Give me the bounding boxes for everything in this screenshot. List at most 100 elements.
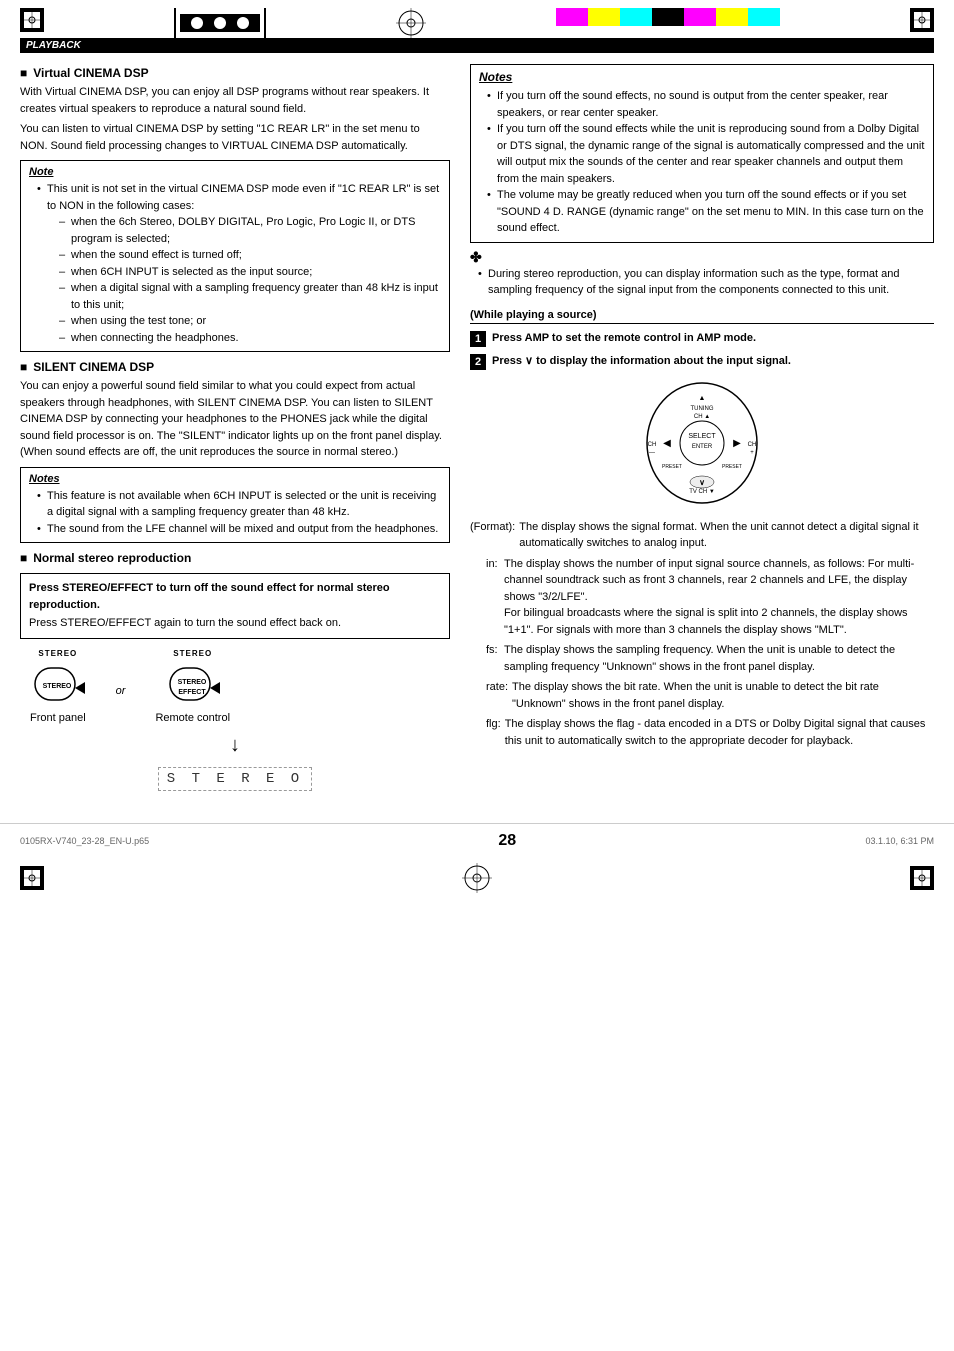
footer-file-right: 03.1.10, 6:31 PM [865,836,934,846]
front-panel-stereo-svg: STEREO [30,660,85,710]
note-item-2: If you turn off the sound effects while … [487,121,925,187]
virtual-cinema-para1: With Virtual CINEMA DSP, you can enjoy a… [20,84,450,117]
in-text: The display shows the number of input si… [504,556,934,639]
svg-text:STEREO: STEREO [43,683,72,690]
note-item-3: The volume may be greatly reduced when y… [487,187,925,237]
rate-text: The display shows the bit rate. When the… [512,679,934,712]
svg-text:TV CH ▼: TV CH ▼ [689,489,715,495]
svg-text:TUNING: TUNING [691,406,714,412]
page: PLAYBACK Virtual CINEMA DSP With Virtual… [0,0,954,1351]
svg-text:▶: ▶ [733,438,741,449]
bottom-reg-right [910,866,934,893]
step-2: 2 Press ∨ to display the information abo… [470,353,934,370]
svg-text:EFFECT: EFFECT [179,689,207,696]
front-panel-label: Front panel [30,712,86,724]
sub-item: when the sound effect is turned off; [59,247,441,264]
section-header: PLAYBACK [20,38,934,53]
arrow-down-icon: ↓ [20,734,450,757]
stereo-label-remote: STEREO [173,649,212,658]
black-block [652,8,684,26]
sub-item: when a digital signal with a sampling fr… [59,280,441,313]
fs-item: fs: The display shows the sampling frequ… [470,642,934,675]
format-label: (Format): [470,519,515,552]
remote-control-label: Remote control [155,712,230,724]
remote-control-icon: STEREO STEREO EFFECT Remote control [155,649,230,724]
while-playing-heading: (While playing a source) [470,309,934,324]
step-2-text: Press ∨ to display the information about… [492,353,791,370]
note-item: The sound from the LFE channel will be m… [37,521,441,538]
tip-item: During stereo reproduction, you can disp… [478,266,934,299]
svg-text:+: + [750,450,754,456]
sub-item: when the 6ch Stereo, DOLBY DIGITAL, Pro … [59,214,441,247]
yellow-block2 [716,8,748,26]
stereo-instruction-box: Press STEREO/EFFECT to turn off the soun… [20,573,450,639]
page-footer: 0105RX-V740_23-28_EN-U.p65 28 03.1.10, 6… [0,823,954,858]
remote-stereo-svg: STEREO EFFECT [165,660,220,710]
rate-label: rate: [470,679,508,712]
main-content: Virtual CINEMA DSP With Virtual CINEMA D… [0,53,954,803]
or-text: or [116,675,126,697]
in-item: in: The display shows the number of inpu… [470,556,934,639]
svg-text:◀: ◀ [663,438,671,449]
flg-text: The display shows the flag - data encode… [505,716,934,749]
right-notes-title: Notes [479,70,925,84]
svg-text:∨: ∨ [699,478,705,487]
virtual-cinema-title: Virtual CINEMA DSP [20,66,450,80]
note-item: This unit is not set in the virtual CINE… [37,181,441,346]
stereo-instruction: Press STEREO/EFFECT to turn off the soun… [29,580,441,613]
notes-title: Notes [29,473,441,485]
svg-text:PRESET: PRESET [662,464,682,470]
svg-text:PRESET: PRESET [722,464,742,470]
notes-list: This feature is not available when 6CH I… [29,488,441,538]
right-notes-box: Notes If you turn off the sound effects,… [470,64,934,243]
svg-text:SELECT: SELECT [688,433,716,440]
note-item: This feature is not available when 6CH I… [37,488,441,521]
sub-list: when the 6ch Stereo, DOLBY DIGITAL, Pro … [47,214,441,346]
step-1-num: 1 [470,331,486,347]
top-registration-bar [174,8,266,38]
sub-item: when connecting the headphones. [59,330,441,347]
bottom-reg-left [20,866,44,893]
crosshair-icon [20,8,44,32]
note-list: This unit is not set in the virtual CINE… [29,181,441,346]
stereo-diagram: STEREO STEREO Front panel or STEREO [20,649,450,724]
left-column: Virtual CINEMA DSP With Virtual CINEMA D… [20,58,450,803]
in-label: in: [470,556,500,639]
page-number: 28 [498,832,516,850]
bottom-center-crosshair [462,863,492,896]
tip-list: During stereo reproduction, you can disp… [470,266,934,299]
center-crosshair [396,8,426,38]
reg-marks-right [910,8,934,35]
right-column: Notes If you turn off the sound effects,… [470,58,934,803]
svg-text:ENTER: ENTER [692,444,713,450]
svg-text:CH ▲: CH ▲ [694,414,710,420]
cyan-block2 [748,8,780,26]
sub-item: when 6CH INPUT is selected as the input … [59,264,441,281]
svg-text:CH: CH [648,442,657,448]
note-title: Note [29,166,441,178]
format-descriptions: (Format): The display shows the signal f… [470,519,934,750]
footer-file-left: 0105RX-V740_23-28_EN-U.p65 [20,836,149,846]
cyan-block [620,8,652,26]
silent-cinema-para1: You can enjoy a powerful sound field sim… [20,378,450,461]
press-chevron-icon: ∨ [525,355,536,367]
display-text: S T E R E O [158,767,312,791]
arrow-display-diagram: ↓ S T E R E O [20,734,450,799]
step-1-text: Press AMP to set the remote control in A… [492,330,756,347]
yellow-block [588,8,620,26]
rate-item: rate: The display shows the bit rate. Wh… [470,679,934,712]
svg-text:—: — [649,450,655,456]
flg-label: flg: [470,716,501,749]
magenta-block [556,8,588,26]
tip-section: ✤ During stereo reproduction, you can di… [470,249,934,299]
virtual-cinema-note: Note This unit is not set in the virtual… [20,160,450,352]
note-item-1: If you turn off the sound effects, no so… [487,88,925,121]
silent-cinema-title: SILENT CINEMA DSP [20,360,450,374]
svg-text:CH: CH [748,442,757,448]
format-text: The display shows the signal format. Whe… [519,519,934,552]
svg-text:▲: ▲ [699,395,706,402]
step-2-num: 2 [470,354,486,370]
stereo-label-top: STEREO [38,649,77,658]
stereo-instruction-sub: Press STEREO/EFFECT again to turn the so… [29,615,441,632]
silent-cinema-notes: Notes This feature is not available when… [20,467,450,544]
